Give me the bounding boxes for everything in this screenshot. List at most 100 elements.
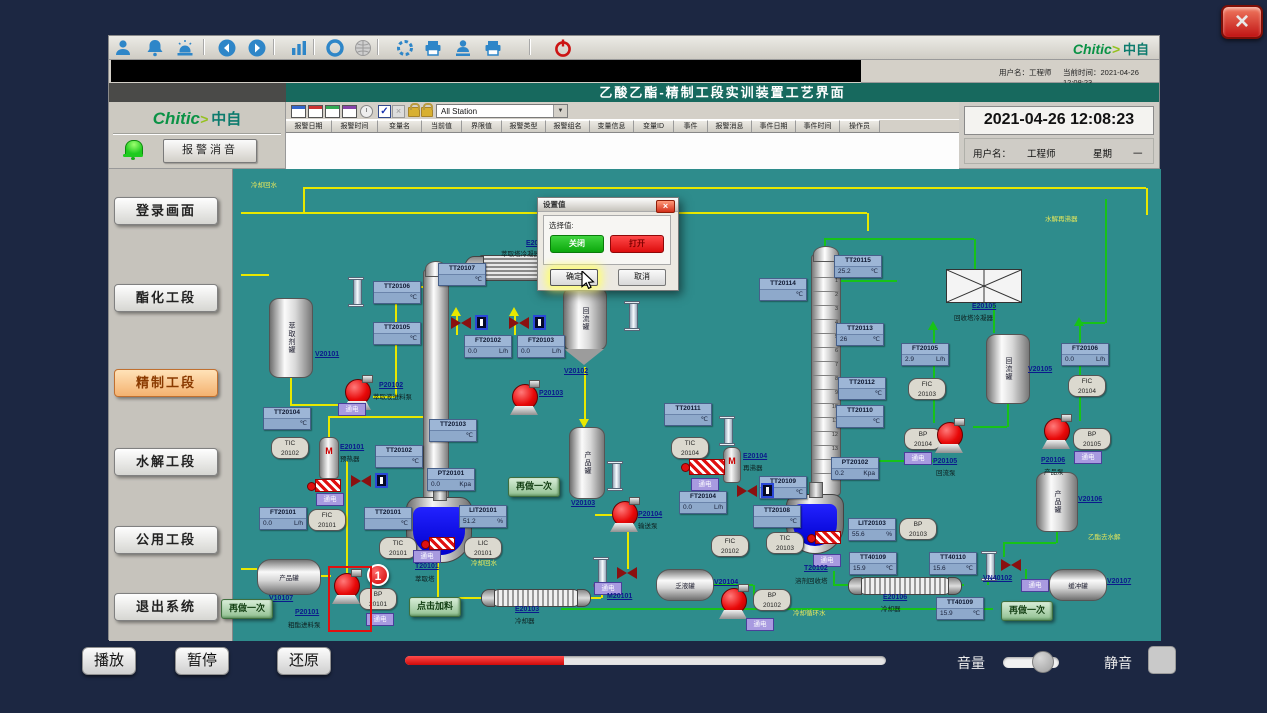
alarm-mute-button[interactable]: 报警消音 <box>163 139 257 163</box>
mute-label: 静音 <box>1104 653 1132 673</box>
pump-icon[interactable] <box>509 384 539 414</box>
valve-icon[interactable] <box>451 317 471 329</box>
equipment-tag[interactable]: E20101 <box>340 444 364 451</box>
equipment-tag[interactable]: E20103 <box>515 606 539 613</box>
valve-icon[interactable] <box>1001 559 1021 571</box>
play-button[interactable]: 播放 <box>82 647 136 675</box>
sidebar-item-3[interactable]: 精制工段 <box>114 369 218 397</box>
chevron-down-icon[interactable]: ▼ <box>553 105 567 117</box>
instrument-tag: LIT20103 <box>849 519 895 530</box>
instrument-LIT20101: LIT2010151.2% <box>459 505 507 528</box>
alarm-report-icon[interactable] <box>291 105 306 118</box>
station-filter-select[interactable]: All Station▼ <box>436 104 568 118</box>
vessel-tank: 产品罐 <box>569 427 605 499</box>
equipment-tag[interactable]: P20106 <box>1041 457 1065 464</box>
equipment-tag[interactable]: P20104 <box>638 511 662 518</box>
equipment-tag[interactable]: E20105 <box>972 303 996 310</box>
vessel-label: 缓冲罐 <box>1068 580 1088 590</box>
valve-icon[interactable] <box>737 485 757 497</box>
print-icon[interactable] <box>423 38 443 56</box>
valve-icon[interactable] <box>351 475 371 487</box>
instrument-tag: TT20113 <box>837 324 883 335</box>
equipment-sublabel: 萃取液进料泵 <box>373 391 412 401</box>
equipment-tag[interactable]: E20104 <box>743 453 767 460</box>
settings-icon[interactable] <box>395 38 415 56</box>
alarm-table-list[interactable] <box>286 132 959 169</box>
sidebar-item-2[interactable]: 酯化工段 <box>114 284 218 312</box>
instrument-value: ℃ <box>374 334 420 344</box>
pump-icon[interactable] <box>934 422 964 452</box>
equipment-tag[interactable]: V20101 <box>315 351 339 358</box>
equipment-tag[interactable]: V20102 <box>564 368 588 375</box>
restore-button[interactable]: 还原 <box>277 647 331 675</box>
sidebar-item-1[interactable]: 登录画面 <box>114 197 218 225</box>
pump-icon[interactable] <box>718 588 748 618</box>
volume-slider-thumb[interactable] <box>1032 651 1054 673</box>
operator-icon[interactable] <box>453 38 473 56</box>
equipment-tag[interactable]: P20101 <box>295 609 319 616</box>
nav-back-icon[interactable] <box>217 38 237 56</box>
equipment-tag[interactable]: V20105 <box>1028 366 1052 373</box>
vessel-tank: 回流罐 <box>986 334 1030 404</box>
equipment-sublabel: 萃取塔冷凝器 <box>501 248 540 258</box>
equipment-tag[interactable]: E20106 <box>883 594 907 601</box>
scada-action-button[interactable]: 再做一次 <box>221 599 273 619</box>
equipment-tag[interactable]: V20103 <box>571 500 595 507</box>
valve-icon[interactable] <box>509 317 529 329</box>
equipment-tag[interactable]: V20106 <box>1078 496 1102 503</box>
report-icon[interactable] <box>483 38 503 56</box>
equipment-tag[interactable]: VN40102 <box>983 575 1012 582</box>
instrument-TT20105: TT20105℃ <box>373 322 421 345</box>
mute-checkbox[interactable] <box>1148 646 1176 674</box>
alarm-clock-icon[interactable] <box>360 105 373 118</box>
user-icon[interactable] <box>113 38 133 56</box>
equipment-tag[interactable]: V20107 <box>1107 578 1131 585</box>
sidebar-item-6[interactable]: 退出系统 <box>114 593 218 621</box>
sidebar-item-4[interactable]: 水解工段 <box>114 448 218 476</box>
pump-icon[interactable] <box>609 501 639 531</box>
alarm-bell-icon[interactable] <box>145 38 165 56</box>
lock-icon[interactable] <box>408 107 420 117</box>
alarm-ack-icon[interactable]: ✓ <box>378 105 391 118</box>
instrument-value: 0.2Kpa <box>832 469 878 479</box>
network-icon <box>353 38 373 56</box>
alarm-summary-icon[interactable] <box>325 105 340 118</box>
pump-icon[interactable] <box>1041 418 1071 448</box>
equipment-tag[interactable]: P20103 <box>539 390 563 397</box>
rotameter-icon <box>348 277 364 307</box>
alarm-history-icon[interactable] <box>308 105 323 118</box>
pause-button[interactable]: 暂停 <box>175 647 229 675</box>
instrument-tag: TT20105 <box>374 323 420 334</box>
trend-chart-icon[interactable] <box>289 38 309 56</box>
close-icon[interactable]: × <box>656 200 675 213</box>
value-open-button[interactable]: 打开 <box>610 235 664 253</box>
equipment-tag[interactable]: M20101 <box>607 593 632 600</box>
power-icon[interactable] <box>553 38 573 56</box>
scada-action-button[interactable]: 再做一次 <box>508 477 560 497</box>
cancel-button[interactable]: 取消 <box>618 269 666 286</box>
progress-bar[interactable] <box>405 656 886 665</box>
nav-forward-icon[interactable] <box>247 38 267 56</box>
equipment-tag[interactable]: P20102 <box>379 382 403 389</box>
overlay-close-button[interactable]: × <box>1221 5 1263 39</box>
alarm-lamp-icon[interactable] <box>175 38 195 56</box>
scada-action-button[interactable]: 再做一次 <box>1001 601 1053 621</box>
stop-icon[interactable] <box>325 38 345 56</box>
divider <box>113 133 281 134</box>
exchanger-cap <box>848 577 862 595</box>
equipment-tag[interactable]: V20104 <box>714 579 738 586</box>
alarm-column-header: 事件时间 <box>796 120 840 132</box>
unlock-icon[interactable] <box>421 107 433 117</box>
sidebar-item-5[interactable]: 公用工段 <box>114 526 218 554</box>
value-close-button[interactable]: 关闭 <box>550 235 604 253</box>
pipe-segment <box>867 213 869 231</box>
heater-vessel <box>723 447 741 483</box>
rotameter-icon <box>607 461 623 491</box>
valve-icon[interactable] <box>617 567 637 579</box>
scada-action-button[interactable]: 点击加料 <box>409 597 461 617</box>
equipment-tag[interactable]: T20102 <box>804 565 828 572</box>
equipment-tag[interactable]: T20101 <box>415 563 439 570</box>
alarm-group-icon[interactable] <box>342 105 357 118</box>
main-toolbar: Chitic>中自 <box>109 36 1159 60</box>
equipment-tag[interactable]: P20105 <box>933 458 957 465</box>
